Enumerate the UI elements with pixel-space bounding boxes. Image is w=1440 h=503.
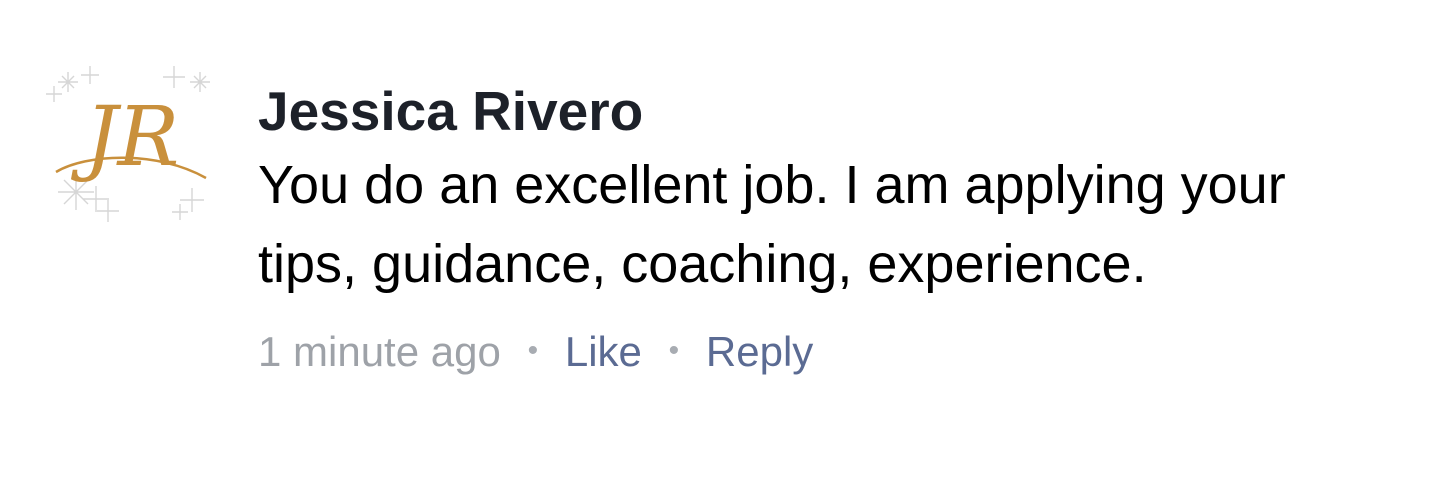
reply-button[interactable]: Reply	[706, 328, 813, 375]
comment-timestamp[interactable]: 1 minute ago	[258, 328, 501, 375]
comment-text: You do an excellent job. I am applying y…	[258, 155, 1286, 294]
comment-author[interactable]: Jessica Rivero	[258, 78, 1398, 144]
avatar[interactable]: JR	[46, 62, 212, 228]
meta-separator: •	[527, 334, 539, 367]
meta-separator: •	[668, 334, 680, 367]
comment: JR Jessica Rivero You do an excellent jo…	[0, 0, 1440, 503]
comment-content: Jessica Rivero You do an excellent job. …	[258, 78, 1398, 377]
comment-meta: 1 minute ago • Like • Reply	[258, 326, 1398, 377]
avatar-monogram-text: JR	[71, 90, 180, 185]
avatar-monogram-image: JR	[46, 66, 210, 222]
like-button[interactable]: Like	[565, 328, 642, 375]
